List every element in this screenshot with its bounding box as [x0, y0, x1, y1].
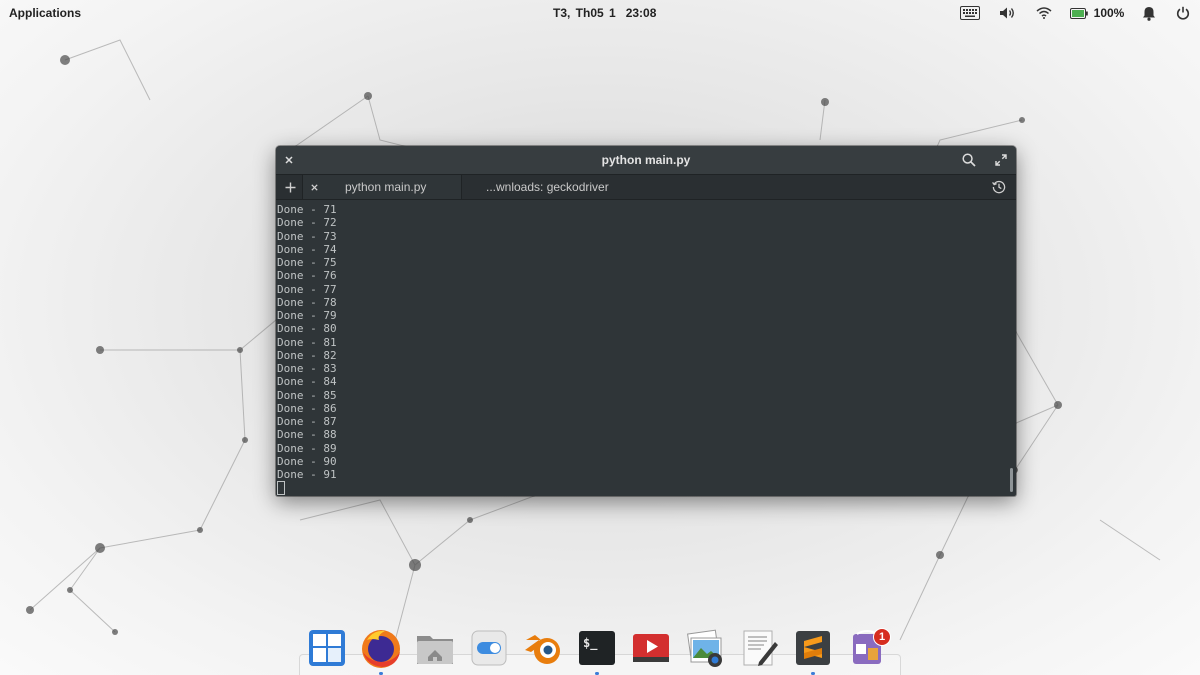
system-settings-icon — [471, 630, 507, 666]
terminal-line: Done - 91 — [277, 468, 337, 481]
window-titlebar[interactable]: python main.py — [276, 146, 1016, 174]
dock-item-settings[interactable] — [467, 626, 511, 670]
battery-icon — [1069, 7, 1088, 19]
tab-close-button[interactable] — [303, 183, 325, 191]
network-indicator[interactable] — [1026, 0, 1062, 26]
notifications-indicator[interactable] — [1132, 0, 1166, 26]
terminal-scrollbar[interactable] — [1010, 468, 1013, 492]
search-button[interactable] — [957, 146, 981, 174]
dock-item-terminal[interactable]: $_ — [575, 626, 619, 675]
power-icon — [1176, 6, 1190, 20]
dock-item-videos[interactable] — [629, 626, 673, 670]
keyboard-icon — [960, 6, 980, 20]
history-icon — [992, 180, 1006, 194]
battery-percentage: 100% — [1093, 6, 1125, 20]
files-icon — [417, 636, 453, 664]
new-tab-button[interactable] — [280, 175, 300, 199]
terminal-line: Done - 82 — [277, 348, 337, 362]
dock-item-multitasking[interactable] — [305, 626, 349, 670]
plus-icon — [285, 182, 295, 192]
volume-icon — [1000, 7, 1014, 19]
closed-tabs-button[interactable] — [992, 175, 1006, 199]
terminal-window: python main.py python main.py ...wnloads… — [276, 146, 1016, 496]
session-indicator[interactable] — [1166, 0, 1200, 26]
terminal-line: Done - 75 — [277, 256, 337, 269]
close-icon — [310, 183, 318, 191]
date-label: T3, Th05 1 — [553, 6, 616, 20]
dock-item-sublime-text[interactable] — [791, 626, 835, 675]
tab-label: ...wnloads: geckodriver — [486, 180, 609, 194]
wifi-icon — [1036, 7, 1052, 19]
terminal-output[interactable]: Done - 71 Done - 72 Done - 73 Done - 74 Done… — [276, 201, 1016, 496]
terminal-icon: $_ — [579, 631, 615, 665]
tab-bar: python main.py ...wnloads: geckodriver — [276, 174, 1016, 200]
dock-item-blender[interactable] — [521, 626, 565, 670]
blender-icon — [525, 635, 560, 664]
search-icon — [962, 153, 976, 167]
tab-geckodriver[interactable]: ...wnloads: geckodriver — [462, 175, 662, 199]
terminal-line: Done - 86 — [277, 401, 337, 415]
top-panel: Applications T3, Th05 1 23:08 100% — [0, 0, 1200, 26]
terminal-line: Done - 83 — [277, 362, 337, 375]
terminal-line: Done - 73 — [277, 229, 337, 243]
terminal-line: Done - 90 — [277, 454, 337, 468]
applications-menu[interactable]: Applications — [9, 6, 81, 20]
indicator-area: 100% — [950, 0, 1200, 26]
dock-item-firefox[interactable] — [359, 626, 403, 675]
photos-icon — [687, 629, 722, 667]
maximize-button[interactable] — [989, 146, 1013, 174]
window-title: python main.py — [601, 153, 691, 167]
terminal-line: Done - 89 — [277, 441, 337, 455]
dock-item-text-editor[interactable] — [737, 626, 781, 670]
terminal-line: Done - 88 — [277, 428, 337, 442]
dock-item-appcenter[interactable]: 1 — [845, 626, 891, 670]
time-label: 23:08 — [625, 6, 657, 20]
text-editor-icon — [743, 630, 778, 666]
notification-badge: 1 — [873, 628, 891, 646]
terminal-line: Done - 85 — [277, 388, 337, 402]
terminal-line: Done - 81 — [277, 335, 337, 349]
terminal-line: Done - 87 — [277, 415, 337, 428]
terminal-line: Done - 84 — [277, 375, 337, 389]
terminal-line: Done - 77 — [277, 282, 337, 296]
clock-indicator[interactable]: T3, Th05 1 23:08 — [553, 6, 666, 20]
terminal-cursor — [277, 481, 285, 496]
bell-icon — [1143, 6, 1155, 21]
terminal-line: Done - 80 — [277, 322, 337, 336]
terminal-line: Done - 79 — [277, 309, 337, 322]
sublime-text-icon — [796, 631, 830, 665]
tab-python-main[interactable]: python main.py — [302, 175, 462, 199]
terminal-line: Done - 78 — [277, 295, 337, 309]
dock-item-photos[interactable] — [683, 626, 727, 670]
terminal-line: Done - 76 — [277, 269, 337, 283]
terminal-line: Done - 72 — [277, 216, 337, 230]
power-indicator[interactable]: 100% — [1062, 0, 1132, 26]
svg-text:$_: $_ — [583, 636, 598, 651]
dock-item-files[interactable] — [413, 626, 457, 670]
tab-label: python main.py — [345, 180, 427, 194]
dock: $_ 1 — [299, 626, 901, 675]
maximize-icon — [995, 154, 1007, 166]
keyboard-indicator[interactable] — [950, 0, 990, 26]
multitasking-view-icon — [309, 630, 345, 666]
videos-icon — [633, 634, 669, 662]
terminal-line: Done - 71 — [277, 203, 337, 216]
firefox-icon — [362, 630, 400, 668]
terminal-line: Done - 74 — [277, 242, 337, 256]
sound-indicator[interactable] — [990, 0, 1026, 26]
